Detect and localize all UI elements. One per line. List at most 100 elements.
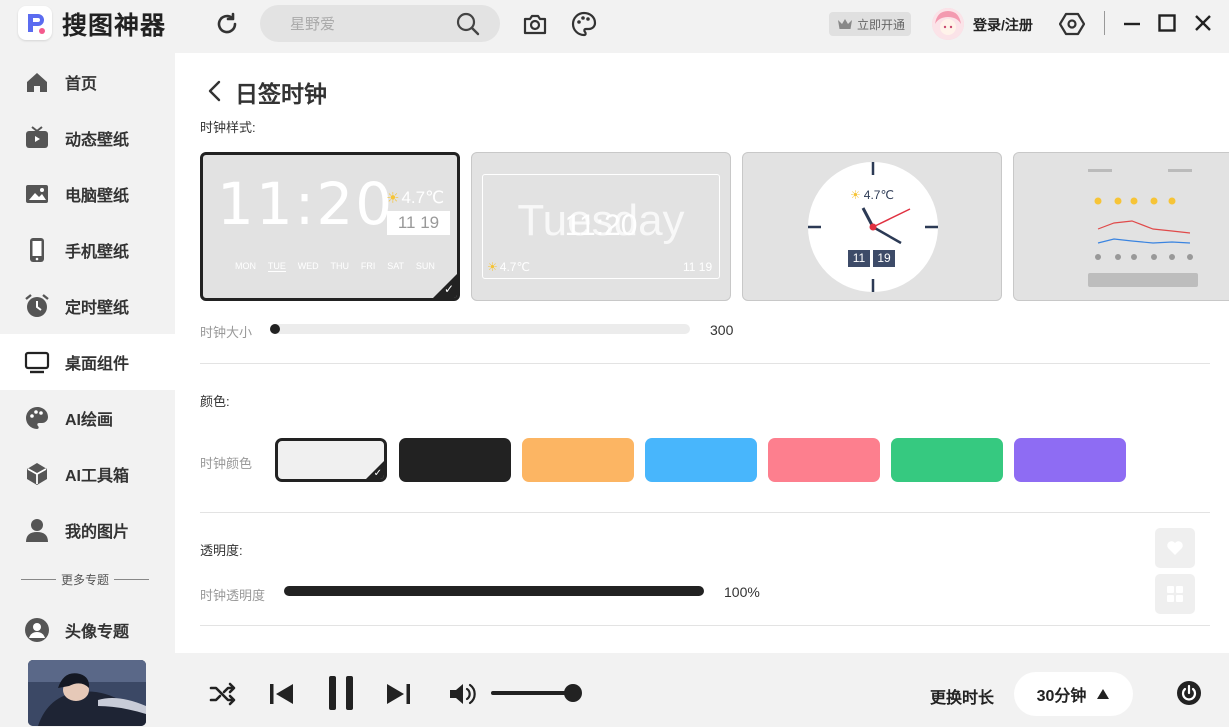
search-box[interactable] — [260, 5, 500, 42]
sidebar-item-ai-painting[interactable]: AI绘画 — [0, 390, 175, 446]
previous-icon[interactable] — [264, 677, 298, 711]
color-swatch-pink[interactable] — [768, 438, 880, 482]
sidebar-item-live-wallpaper[interactable]: 动态壁纸 — [0, 110, 175, 166]
clock-time: 11:20 — [217, 170, 395, 238]
divider — [200, 625, 1210, 626]
clock-style-label: 时钟样式: — [200, 120, 256, 135]
clock-size-value: 300 — [710, 322, 734, 338]
palette-icon — [24, 405, 50, 431]
avatar[interactable] — [932, 8, 964, 40]
sidebar-item-desktop-widgets[interactable]: 桌面组件 — [0, 334, 175, 390]
sidebar-item-label: AI工具箱 — [65, 468, 130, 485]
page-title: 日签时钟 — [235, 81, 327, 107]
back-arrow-icon[interactable] — [205, 79, 225, 103]
clock-style-card-1[interactable]: 11:20 ☀ 4.7℃ 11 19 MON TUE WED THU FRI S… — [200, 152, 460, 301]
vip-label: 立即开通 — [857, 17, 906, 32]
home-icon — [24, 69, 50, 95]
opacity-section-label: 透明度: — [200, 543, 243, 558]
triangle-up-icon — [1097, 689, 1110, 699]
sidebar-item-timed-wallpaper[interactable]: 定时壁纸 — [0, 278, 175, 334]
divider — [200, 363, 1210, 364]
clock-opacity-value: 100% — [724, 584, 760, 600]
sidebar-item-label: 桌面组件 — [65, 356, 130, 373]
color-swatch-light[interactable]: ✓ — [275, 438, 387, 482]
sidebar-item-label: 电脑壁纸 — [65, 188, 130, 205]
weekday-row: MON TUE WED THU FRI SAT SUN — [235, 261, 435, 272]
phone-icon — [24, 237, 50, 263]
check-icon: ✓ — [443, 282, 454, 296]
sidebar-item-ai-toolbox[interactable]: AI工具箱 — [0, 446, 175, 502]
app-logo — [18, 6, 52, 40]
close-icon[interactable] — [1192, 12, 1214, 34]
next-icon[interactable] — [382, 677, 416, 711]
clock-size-slider[interactable] — [270, 324, 690, 334]
alarm-clock-icon — [24, 293, 50, 319]
volume-icon[interactable] — [446, 678, 480, 710]
weather-forecast-preview — [1088, 169, 1198, 287]
clock-date: 11 19 — [387, 211, 450, 235]
clock-month: 11 — [848, 250, 870, 267]
camera-icon[interactable] — [520, 9, 550, 39]
sidebar-item-pc-wallpaper[interactable]: 电脑壁纸 — [0, 166, 175, 222]
clock-date: 11 19 — [683, 260, 713, 274]
favorite-button[interactable] — [1155, 528, 1195, 568]
weather-temp: ☀ 4.7℃ — [386, 188, 445, 207]
divider — [200, 512, 1210, 513]
weather-temp: ☀ 4.7℃ — [487, 260, 530, 274]
clock-opacity-slider[interactable] — [284, 586, 704, 596]
title-separator — [1104, 11, 1105, 35]
analog-clock — [808, 162, 938, 292]
sun-icon: ☀ — [386, 190, 400, 207]
sidebar: 首页 动态壁纸 电脑壁纸 手机壁纸 定时壁纸 桌面组件 AI绘画 AI工具箱 我… — [0, 53, 175, 653]
pause-icon[interactable] — [322, 673, 360, 713]
more-topics-label: 更多专题 — [61, 572, 110, 587]
crown-icon — [838, 19, 852, 29]
settings-icon[interactable] — [1058, 10, 1086, 38]
shuffle-icon[interactable] — [206, 677, 240, 711]
interval-value: 30分钟 — [1036, 688, 1087, 705]
color-swatch-purple[interactable] — [1014, 438, 1126, 482]
sidebar-item-home[interactable]: 首页 — [0, 54, 175, 110]
monitor-icon — [24, 349, 50, 375]
clock-color-label: 时钟颜色 — [200, 456, 253, 471]
sidebar-item-label: 头像专题 — [65, 624, 130, 641]
sidebar-item-label: AI绘画 — [65, 412, 114, 429]
sidebar-item-phone-wallpaper[interactable]: 手机壁纸 — [0, 222, 175, 278]
refresh-icon[interactable] — [213, 10, 241, 38]
grid-button[interactable] — [1155, 574, 1195, 614]
color-swatch-green[interactable] — [891, 438, 1003, 482]
search-input[interactable] — [290, 13, 450, 35]
clock-style-card-4[interactable] — [1013, 152, 1229, 301]
main-panel: 日签时钟 时钟样式: 11:20 ☀ 4.7℃ 11 19 MON TUE WE… — [175, 53, 1229, 653]
palette-icon[interactable] — [569, 9, 599, 39]
vip-button[interactable]: 立即开通 — [829, 12, 911, 36]
clock-opacity-label: 时钟透明度 — [200, 588, 266, 603]
color-swatch-blue[interactable] — [645, 438, 757, 482]
sun-icon: ☀ — [487, 260, 498, 274]
sidebar-item-avatar-topic[interactable]: 头像专题 — [0, 602, 175, 658]
color-swatch-black[interactable] — [399, 438, 511, 482]
volume-thumb[interactable] — [564, 684, 582, 702]
clock-size-thumb[interactable] — [270, 324, 280, 334]
clock-size-label: 时钟大小 — [200, 325, 253, 340]
image-icon — [24, 181, 50, 207]
check-icon: ✓ — [373, 468, 382, 479]
sidebar-item-my-pictures[interactable]: 我的图片 — [0, 502, 175, 558]
interval-select[interactable]: 30分钟 — [1014, 672, 1133, 716]
heart-icon — [1167, 541, 1183, 555]
interval-label: 更换时长 — [930, 690, 995, 707]
cube-icon — [24, 461, 50, 487]
volume-slider[interactable] — [491, 691, 573, 695]
minimize-icon[interactable] — [1121, 12, 1143, 34]
color-swatch-orange[interactable] — [522, 438, 634, 482]
maximize-icon[interactable] — [1156, 12, 1178, 34]
clock-style-card-3[interactable]: ☀ 4.7℃ 11 19 — [742, 152, 1002, 301]
grid-icon — [1167, 586, 1183, 602]
power-icon[interactable] — [1174, 678, 1204, 708]
search-icon[interactable] — [454, 10, 482, 38]
sidebar-item-label: 动态壁纸 — [65, 132, 130, 149]
more-topics-divider: 更多专题 — [21, 572, 150, 587]
current-wallpaper-thumbnail[interactable] — [28, 660, 146, 726]
clock-style-card-2[interactable]: Tuesday 11:20 ☀ 4.7℃ 11 19 — [471, 152, 731, 301]
login-register-link[interactable]: 登录/注册 — [973, 15, 1033, 35]
